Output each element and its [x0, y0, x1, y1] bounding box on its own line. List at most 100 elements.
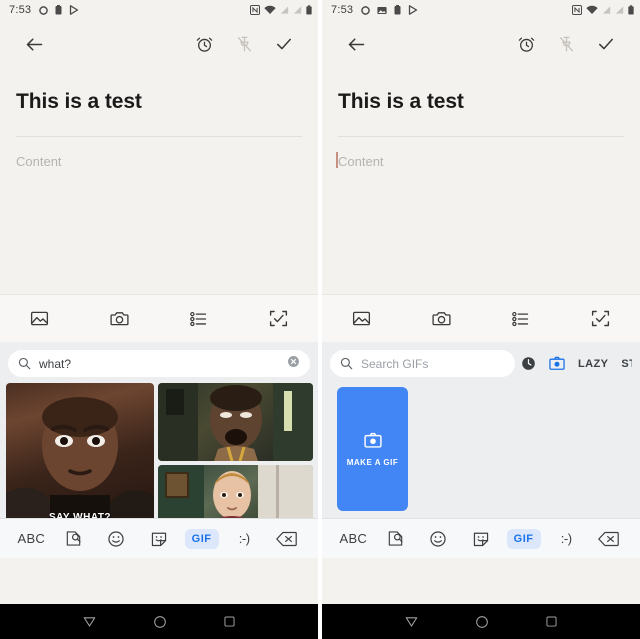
done-button[interactable]: [586, 24, 626, 64]
note-editor: This is a test Content: [0, 68, 318, 173]
note-content-input[interactable]: Content: [336, 137, 624, 173]
camera-icon: [110, 312, 129, 326]
play-store-icon: [70, 5, 79, 15]
scan-select-button[interactable]: [239, 308, 319, 329]
check-icon: [277, 38, 291, 50]
pin-off-icon: [559, 36, 573, 51]
clear-search-button[interactable]: [287, 355, 300, 373]
keyboard-sticker-button[interactable]: [138, 530, 181, 548]
nfc-icon: [572, 5, 582, 15]
checklist-button[interactable]: [159, 308, 239, 329]
gif-column-2: [158, 383, 313, 518]
keyboard-emoji-button[interactable]: [417, 530, 460, 548]
gif-search-input[interactable]: Search GIFs: [330, 350, 515, 377]
checklist-button[interactable]: [481, 308, 561, 329]
circle-icon: [361, 5, 371, 15]
back-button[interactable]: [336, 24, 376, 64]
pin-button[interactable]: [546, 24, 586, 64]
pin-button[interactable]: [224, 24, 264, 64]
sticker-icon: [151, 532, 167, 546]
note-editor: This is a test Content: [322, 68, 640, 173]
insert-image-button[interactable]: [0, 308, 80, 329]
keyboard-emoticon-button[interactable]: :-): [545, 531, 588, 546]
emoji-icon: [108, 530, 125, 547]
alarm-icon: [518, 37, 534, 52]
keyboard-abc-button[interactable]: ABC: [332, 531, 375, 546]
make-a-gif-button[interactable]: MAKE A GIF: [337, 387, 408, 511]
circle-icon: [39, 5, 49, 15]
text-caret: [336, 152, 338, 168]
gif-category-tabs: LAZY STRESSE: [521, 350, 632, 377]
nav-home-icon[interactable]: [153, 615, 167, 629]
battery-saver-icon: [394, 5, 401, 15]
take-photo-button[interactable]: [402, 308, 482, 329]
signal-icon: [293, 6, 302, 14]
note-empty-area[interactable]: [322, 173, 640, 294]
keyboard-emoji-button[interactable]: [95, 530, 138, 548]
status-left-icons: [361, 5, 418, 15]
insert-image-button[interactable]: [322, 308, 402, 329]
note-empty-area[interactable]: [0, 173, 318, 294]
tab-lazy[interactable]: LAZY: [578, 350, 608, 377]
android-nav-bar: [0, 604, 318, 639]
gif-result-say-what[interactable]: SAY WHAT?: [6, 383, 154, 518]
note-content-placeholder: Content: [338, 154, 384, 169]
signal-icon: [280, 6, 289, 14]
search-icon: [18, 357, 31, 370]
nav-recents-icon[interactable]: [223, 615, 236, 628]
gif-search-row: what?: [0, 342, 318, 383]
gif-column-1: SAY WHAT?: [6, 383, 154, 518]
gif-results-grid: SAY WHAT?: [0, 383, 318, 518]
keyboard-gif-button[interactable]: GIF: [180, 528, 223, 549]
gif-result-3[interactable]: [158, 465, 313, 518]
scan-select-button[interactable]: [561, 308, 640, 329]
keyboard-emoticon-button[interactable]: :-): [223, 531, 266, 546]
right-panel: 7:53 This is a test Content Search GIFs …: [322, 0, 640, 639]
signal-icon: [602, 6, 611, 14]
tab-make-gif[interactable]: [549, 350, 565, 377]
note-title[interactable]: This is a test: [16, 68, 302, 136]
nav-back-icon[interactable]: [82, 614, 97, 629]
status-right-icons: [250, 5, 312, 15]
gif-search-row: Search GIFs LAZY S: [322, 342, 640, 383]
gif-picker-panel-right: Search GIFs LAZY S MAKE A GIF: [322, 342, 640, 518]
left-panel: 7:53 This is a test Content what? SAY WH…: [0, 0, 318, 639]
wifi-icon: [264, 5, 276, 15]
take-photo-button[interactable]: [80, 308, 160, 329]
gif-result-2[interactable]: [158, 383, 313, 461]
done-button[interactable]: [264, 24, 304, 64]
reminder-button[interactable]: [184, 24, 224, 64]
note-title[interactable]: This is a test: [338, 68, 624, 136]
keyboard-abc-label: ABC: [339, 531, 368, 546]
sticker-icon: [473, 532, 489, 546]
signal-icon: [615, 6, 624, 14]
keyboard-sticker-search-button[interactable]: [53, 530, 96, 547]
keyboard-gif-label: GIF: [506, 528, 541, 549]
reminder-button[interactable]: [506, 24, 546, 64]
keyboard-backspace-button[interactable]: [265, 531, 308, 547]
attachment-toolbar: [0, 294, 318, 342]
gif-picker-panel-left: what? SAY WHAT?: [0, 342, 318, 518]
nav-back-icon[interactable]: [404, 614, 419, 629]
keyboard-sticker-search-button[interactable]: [375, 530, 418, 547]
gif-search-value: what?: [39, 356, 72, 371]
status-left-icons: [39, 5, 79, 15]
status-time: 7:53: [331, 4, 354, 16]
tab-stressed[interactable]: STRESSE: [621, 350, 632, 377]
keyboard-abc-button[interactable]: ABC: [10, 531, 53, 546]
note-content-placeholder: Content: [16, 154, 62, 169]
nav-recents-icon[interactable]: [545, 615, 558, 628]
gif-caption: SAY WHAT?: [48, 512, 112, 518]
keyboard-sticker-button[interactable]: [460, 530, 503, 548]
play-store-icon: [409, 5, 418, 15]
backspace-icon: [276, 531, 298, 546]
pin-off-icon: [237, 36, 251, 51]
tab-label: STRESSE: [621, 357, 632, 370]
note-content-input[interactable]: Content: [16, 137, 302, 173]
tab-recent[interactable]: [521, 350, 536, 377]
gif-search-input[interactable]: what?: [8, 350, 310, 377]
keyboard-gif-button[interactable]: GIF: [502, 528, 545, 549]
nav-home-icon[interactable]: [475, 615, 489, 629]
back-button[interactable]: [14, 24, 54, 64]
keyboard-backspace-button[interactable]: [587, 531, 630, 547]
